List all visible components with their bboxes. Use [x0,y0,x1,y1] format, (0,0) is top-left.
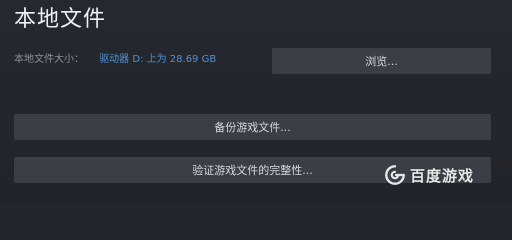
baidu-game-logo-icon [385,165,405,185]
local-file-size-label: 本地文件大小： [14,54,84,65]
watermark-text: 百度游戏 [410,166,475,185]
local-files-panel: 本地文件 本地文件大小： 驱动器 D: 上为 28.69 GB 浏览... 备份… [0,0,512,205]
baidu-game-watermark: 百度游戏 [384,164,474,186]
browse-button[interactable]: 浏览... [272,48,491,74]
page-title: 本地文件 [14,7,107,32]
local-file-size-row: 本地文件大小： 驱动器 D: 上为 28.69 GB [14,53,216,67]
backup-game-files-button[interactable]: 备份游戏文件... [14,114,491,140]
local-file-size-value: 驱动器 D: 上为 28.69 GB [99,54,217,65]
